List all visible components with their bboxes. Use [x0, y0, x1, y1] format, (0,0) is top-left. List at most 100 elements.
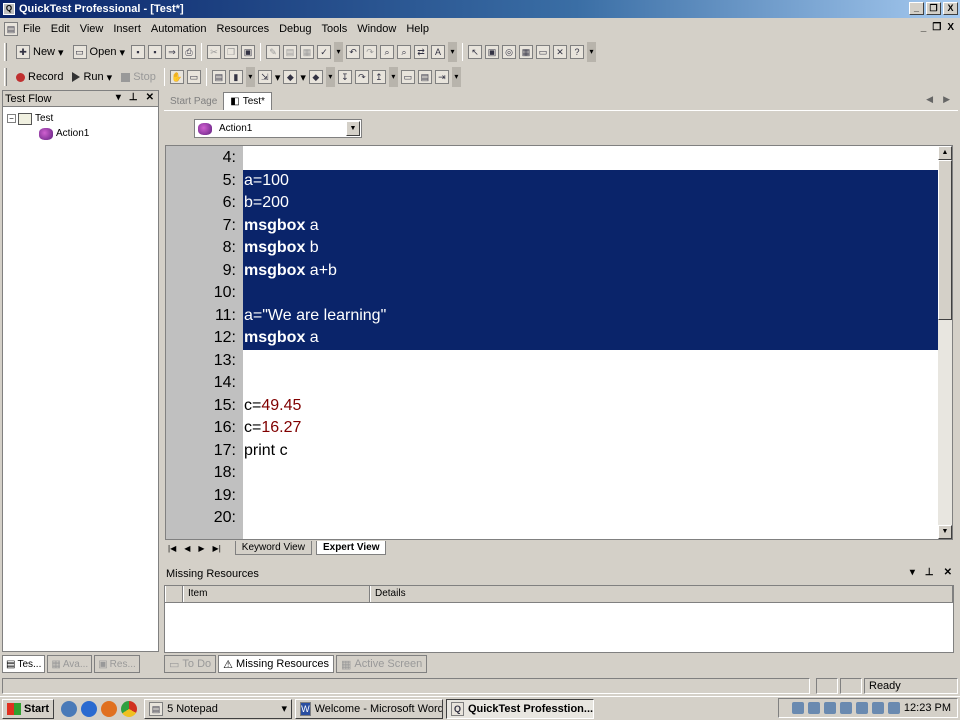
- record-button[interactable]: Record: [13, 67, 66, 87]
- firefox-icon[interactable]: [101, 700, 118, 717]
- tab-test[interactable]: ◧ Test*: [223, 92, 272, 110]
- stop-button[interactable]: Stop: [118, 67, 159, 87]
- checkpoint-icon[interactable]: ▮: [228, 70, 243, 84]
- code-text[interactable]: [243, 147, 940, 170]
- object-spy-icon[interactable]: ◎: [502, 45, 516, 59]
- code-line[interactable]: 5: a=100: [166, 169, 940, 192]
- menu-window[interactable]: Window: [352, 23, 401, 35]
- pane-menu-icon[interactable]: ▾: [116, 92, 121, 103]
- menu-view[interactable]: View: [75, 23, 109, 35]
- toolbar-overflow[interactable]: ▾: [451, 67, 461, 87]
- code-line[interactable]: 14:: [166, 372, 940, 395]
- code-line[interactable]: 18:: [166, 462, 940, 485]
- new-button[interactable]: ✚ New ▾: [13, 42, 67, 62]
- code-text[interactable]: b=200: [243, 192, 940, 215]
- open-button[interactable]: ▭ Open ▾: [70, 42, 128, 62]
- code-text[interactable]: [243, 282, 940, 305]
- code-line[interactable]: 6: b=200: [166, 192, 940, 215]
- code-line[interactable]: 11: a="We are learning": [166, 304, 940, 327]
- code-text[interactable]: [243, 507, 940, 530]
- action-selector[interactable]: Action1 ▼: [194, 119, 362, 138]
- active-screen-icon[interactable]: ▭: [536, 45, 550, 59]
- tab-start-page[interactable]: Start Page: [164, 92, 223, 110]
- copy-icon[interactable]: ❐: [224, 45, 238, 59]
- save-all-icon[interactable]: ▪: [148, 45, 162, 59]
- toolbar-overflow[interactable]: ▾: [245, 67, 255, 87]
- code-text[interactable]: a=100: [243, 169, 940, 192]
- comment-icon[interactable]: ▤: [283, 45, 297, 59]
- mdi-close-button[interactable]: X: [947, 22, 954, 33]
- first-tab-icon[interactable]: |◀: [168, 544, 176, 553]
- pane-close-icon[interactable]: ✕: [146, 92, 154, 103]
- analog-recording-icon[interactable]: ✋: [169, 70, 184, 84]
- step-into-icon[interactable]: ↧: [337, 70, 352, 84]
- scroll-right-icon[interactable]: ▶: [943, 94, 950, 105]
- new-action-icon[interactable]: ◆: [283, 70, 298, 84]
- menu-file[interactable]: File: [18, 23, 46, 35]
- code-line[interactable]: 13:: [166, 350, 940, 373]
- toolbar-overflow[interactable]: ▾: [587, 42, 596, 62]
- minimize-button[interactable]: _: [909, 2, 924, 15]
- tab-expert-view[interactable]: Expert View: [315, 541, 387, 555]
- insert-step-icon[interactable]: ⇲: [257, 70, 272, 84]
- tree-node-test[interactable]: − Test: [3, 111, 158, 126]
- tab-active-screen[interactable]: ▦ Active Screen: [335, 655, 428, 673]
- maximize-button[interactable]: ❐: [926, 2, 941, 15]
- pane-menu-icon[interactable]: ▾: [910, 567, 915, 578]
- task-notepad[interactable]: ▤ 5 Notepad ▾: [144, 698, 293, 719]
- collapse-icon[interactable]: −: [7, 114, 16, 123]
- scroll-up-icon[interactable]: ▲: [938, 146, 952, 160]
- tab-available-keywords[interactable]: ▦ Ava...: [47, 655, 93, 673]
- close-button[interactable]: X: [943, 2, 958, 15]
- vertical-scrollbar[interactable]: ▲ ▼: [938, 146, 952, 539]
- run-button[interactable]: Run ▾: [69, 67, 115, 87]
- dropdown-arrow-icon[interactable]: ▾: [119, 46, 125, 59]
- task-quicktest[interactable]: Q QuickTest Professtion...: [446, 698, 595, 719]
- information-icon[interactable]: ?: [570, 45, 584, 59]
- task-word[interactable]: W Welcome - Microsoft Word: [295, 698, 444, 719]
- mdi-minimize-button[interactable]: _: [921, 22, 927, 33]
- code-line[interactable]: 19:: [166, 485, 940, 508]
- toolbar-overflow[interactable]: ▾: [325, 67, 335, 87]
- tab-resources[interactable]: ▣ Res...: [94, 655, 140, 673]
- chrome-icon[interactable]: [121, 700, 138, 717]
- code-text[interactable]: [243, 485, 940, 508]
- tab-test-flow[interactable]: ▤ Tes...: [2, 655, 46, 673]
- tray-security-icon[interactable]: [839, 702, 852, 714]
- code-text[interactable]: msgbox a: [243, 327, 940, 350]
- code-text[interactable]: [243, 350, 940, 373]
- tray-app-icon[interactable]: [887, 702, 900, 714]
- menu-edit[interactable]: Edit: [46, 23, 75, 35]
- find-next-icon[interactable]: ⌕: [397, 45, 411, 59]
- dropdown-arrow-icon[interactable]: ▾: [58, 46, 64, 59]
- tray-info-icon[interactable]: [855, 702, 868, 714]
- step-over-icon[interactable]: ↷: [354, 70, 369, 84]
- menu-help[interactable]: Help: [401, 23, 434, 35]
- tab-todo[interactable]: ▭ To Do: [164, 655, 217, 673]
- tab-keyword-view[interactable]: Keyword View: [234, 541, 312, 555]
- tree-node-action1[interactable]: Action1: [3, 126, 158, 141]
- call-action-icon[interactable]: ◆: [308, 70, 323, 84]
- code-text[interactable]: c=49.45: [243, 395, 940, 418]
- expert-view-editor[interactable]: 4: 5: a=100 6: b=200 7: msgbox a 8: msgbox b 9: ms…: [165, 145, 953, 540]
- pin-icon[interactable]: ⊥: [129, 92, 138, 103]
- start-button[interactable]: Start: [2, 698, 55, 719]
- tab-missing-resources[interactable]: ⚠ Missing Resources: [218, 655, 334, 673]
- menu-automation[interactable]: Automation: [146, 23, 212, 35]
- comment-block-icon[interactable]: ▭: [400, 70, 415, 84]
- redo-icon[interactable]: ↷: [363, 45, 377, 59]
- scroll-down-icon[interactable]: ▼: [938, 525, 952, 539]
- debug-viewer-icon[interactable]: ✕: [553, 45, 567, 59]
- code-line[interactable]: 4:: [166, 147, 940, 170]
- step-out-icon[interactable]: ↥: [371, 70, 386, 84]
- dropdown-arrow-icon[interactable]: ▼: [346, 121, 360, 136]
- code-line[interactable]: 12: msgbox a: [166, 327, 940, 350]
- ie-icon[interactable]: [81, 700, 98, 717]
- code-line[interactable]: 8: msgbox b: [166, 237, 940, 260]
- data-table-icon[interactable]: ▦: [519, 45, 533, 59]
- code-line[interactable]: 7: msgbox a: [166, 214, 940, 237]
- toolbar-overflow[interactable]: ▾: [388, 67, 398, 87]
- mdi-doc-icon[interactable]: ▤: [4, 22, 18, 36]
- code-text[interactable]: msgbox a+b: [243, 259, 940, 282]
- code-text[interactable]: print c: [243, 440, 940, 463]
